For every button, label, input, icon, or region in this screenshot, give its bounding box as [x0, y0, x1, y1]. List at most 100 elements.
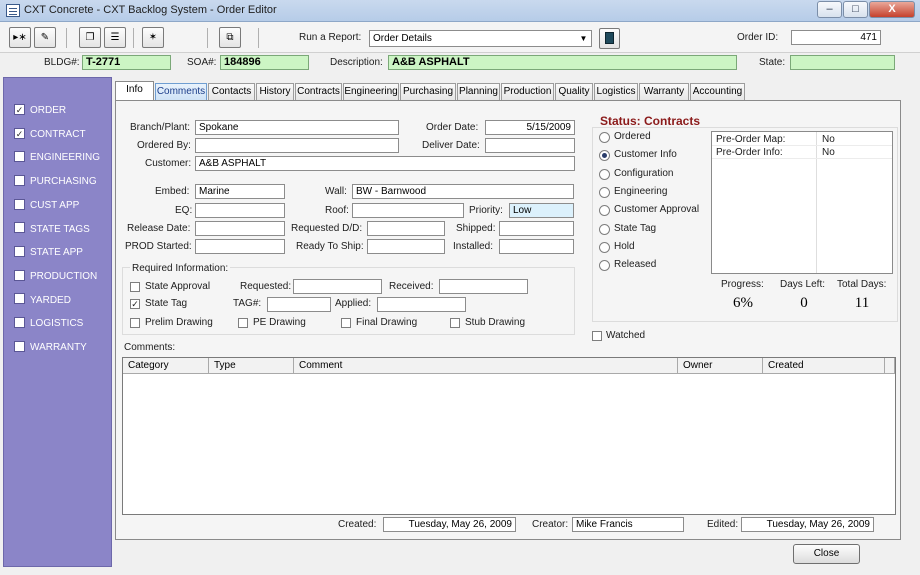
status-option-label: Customer Info	[614, 149, 677, 161]
sidebar-item-checkbox[interactable]	[14, 174, 25, 186]
watched-checkbox[interactable]	[592, 331, 602, 341]
tab-logistics[interactable]: Logistics	[594, 83, 638, 100]
prod-started-field[interactable]	[195, 239, 285, 254]
status-radio-hold[interactable]	[599, 241, 610, 253]
installed-field[interactable]	[499, 239, 574, 254]
embed-field[interactable]: Marine	[195, 184, 285, 199]
window-close-button[interactable]: X	[869, 1, 915, 18]
status-radio-state-tag[interactable]	[599, 223, 610, 235]
tab-quality[interactable]: Quality	[555, 83, 593, 100]
sidebar-item-cust-app[interactable]: CUST APP	[14, 198, 79, 213]
sidebar-item-checkbox[interactable]: ✓	[14, 127, 25, 139]
chevron-down-icon[interactable]: ▼	[576, 31, 591, 46]
app-icon[interactable]	[6, 4, 20, 17]
maximize-button[interactable]: □	[843, 1, 868, 18]
final-drawing-checkbox[interactable]	[341, 318, 351, 328]
comments-grid[interactable]: Category Type Comment Owner Created	[122, 357, 896, 515]
sidebar-item-contract[interactable]: ✓ CONTRACT	[14, 127, 86, 142]
close-button[interactable]: Close	[793, 544, 860, 564]
minimize-button[interactable]: –	[817, 1, 842, 18]
new-document-button[interactable]: ❐	[79, 27, 101, 48]
column-header-category[interactable]: Category	[123, 358, 209, 374]
tab-warranty[interactable]: Warranty	[639, 83, 689, 100]
release-date-field[interactable]	[195, 221, 285, 236]
sidebar-item-yarded[interactable]: YARDED	[14, 293, 71, 308]
status-radio-ordered[interactable]	[599, 132, 610, 143]
received-field[interactable]	[439, 279, 528, 294]
sidebar-item-checkbox[interactable]	[14, 151, 25, 163]
column-header-type[interactable]: Type	[209, 358, 294, 374]
sidebar-item-purchasing[interactable]: PURCHASING	[14, 174, 97, 189]
sidebar-item-warranty[interactable]: WARRANTY	[14, 340, 87, 355]
order-id-field[interactable]: 471	[791, 30, 881, 45]
sidebar-item-label: STATE TAGS	[30, 223, 90, 235]
deliver-date-field[interactable]	[485, 138, 575, 153]
sidebar-item-production[interactable]: PRODUCTION	[14, 269, 97, 284]
sidebar-item-checkbox[interactable]	[14, 222, 25, 234]
state-label: State:	[759, 57, 786, 68]
edited-field[interactable]: Tuesday, May 26, 2009	[741, 517, 874, 532]
tab-info[interactable]: Info	[115, 81, 154, 101]
tab-production[interactable]: Production	[501, 83, 554, 100]
sidebar-item-logistics[interactable]: LOGISTICS	[14, 317, 83, 331]
tab-history[interactable]: History	[256, 83, 294, 100]
form-view-button[interactable]: ☰	[104, 27, 126, 48]
sidebar-item-checkbox[interactable]	[14, 317, 25, 329]
report-select[interactable]: Order Details ▼	[369, 30, 592, 47]
tab-accounting[interactable]: Accounting	[690, 83, 745, 100]
sidebar-item-order[interactable]: ✓ ORDER	[14, 103, 66, 118]
tag-number-field[interactable]	[267, 297, 331, 312]
created-field[interactable]: Tuesday, May 26, 2009	[383, 517, 516, 532]
sidebar-item-engineering[interactable]: ENGINEERING	[14, 151, 100, 165]
priority-field[interactable]: Low	[509, 203, 574, 218]
sidebar-item-state-tags[interactable]: STATE TAGS	[14, 222, 90, 237]
goto-record-button[interactable]: ▸∗	[9, 27, 31, 48]
tab-comments[interactable]: Comments	[155, 83, 207, 100]
customer-field[interactable]: A&B ASPHALT	[195, 156, 575, 171]
state-tag-checkbox[interactable]: ✓	[130, 299, 140, 309]
toolbar-separator	[133, 28, 134, 48]
status-radio-engineering[interactable]	[599, 186, 610, 198]
creator-field[interactable]: Mike Francis	[572, 517, 684, 532]
status-title: Status: Contracts	[600, 114, 701, 128]
tab-purchasing[interactable]: Purchasing	[400, 83, 456, 100]
soa-field[interactable]: 184896	[220, 55, 309, 70]
ready-to-ship-field[interactable]	[367, 239, 445, 254]
tab-engineering[interactable]: Engineering	[343, 83, 399, 100]
state-approval-checkbox[interactable]	[130, 282, 140, 292]
eq-field[interactable]	[195, 203, 285, 218]
open-folder-button[interactable]: ✶	[142, 27, 164, 48]
sidebar-item-checkbox[interactable]	[14, 293, 25, 305]
branch-field[interactable]: Spokane	[195, 120, 399, 135]
pe-drawing-checkbox[interactable]	[238, 318, 248, 328]
sidebar-item-state-app[interactable]: STATE APP	[14, 246, 83, 260]
sidebar-item-checkbox[interactable]	[14, 198, 25, 210]
column-header-created[interactable]: Created	[763, 358, 885, 374]
status-radio-configuration[interactable]	[599, 168, 610, 180]
copy-button[interactable]: ⧉	[219, 27, 241, 48]
edit-record-button[interactable]: ✎	[34, 27, 56, 48]
requested-dd-field[interactable]	[367, 221, 445, 236]
shipped-field[interactable]	[499, 221, 574, 236]
ordered-by-field[interactable]	[195, 138, 399, 153]
prelim-drawing-checkbox[interactable]	[130, 318, 140, 328]
description-field[interactable]: A&B ASPHALT	[388, 55, 737, 70]
stub-drawing-checkbox[interactable]	[450, 318, 460, 328]
state-field[interactable]	[790, 55, 895, 70]
wall-field[interactable]: BW - Barnwood	[352, 184, 574, 199]
bldg-field[interactable]: T-2771	[82, 55, 171, 70]
column-header-comment[interactable]: Comment	[294, 358, 678, 374]
sidebar-item-checkbox[interactable]: ✓	[14, 103, 25, 115]
order-date-field[interactable]: 5/15/2009	[485, 120, 575, 135]
roof-field[interactable]	[352, 203, 464, 218]
tab-planning[interactable]: Planning	[457, 83, 500, 100]
requested-field[interactable]	[293, 279, 382, 294]
sidebar-item-checkbox[interactable]	[14, 269, 25, 281]
column-header-owner[interactable]: Owner	[678, 358, 763, 374]
tab-contacts[interactable]: Contacts	[208, 83, 255, 100]
sidebar-item-checkbox[interactable]	[14, 340, 25, 352]
applied-field[interactable]	[377, 297, 466, 312]
tab-contracts[interactable]: Contracts	[295, 83, 342, 100]
sidebar-item-checkbox[interactable]	[14, 246, 25, 258]
run-report-button[interactable]	[599, 28, 620, 49]
